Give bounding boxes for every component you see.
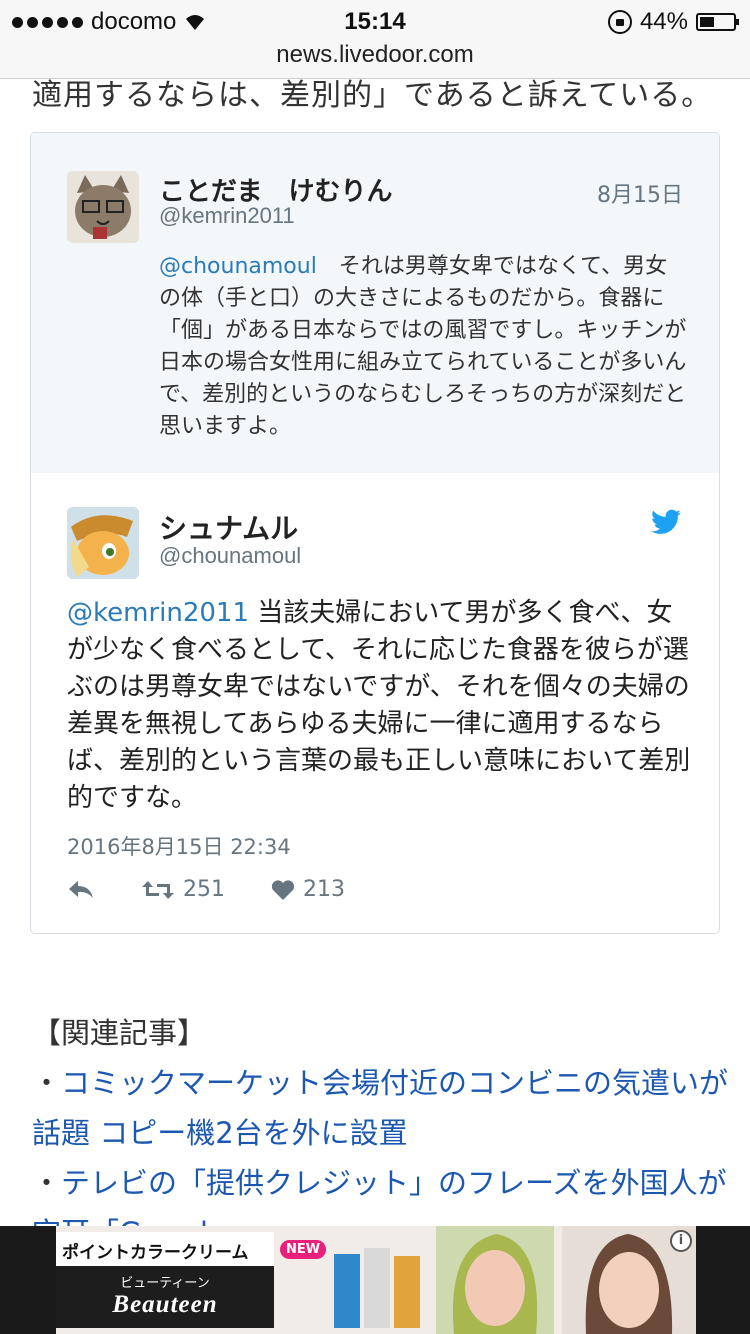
avatar[interactable] [67,171,139,243]
related-link[interactable]: コミックマーケット会場付近のコンビニの気遣いが話題 コピー機2台を外に設置 [32,1066,728,1150]
quoted-tweet-text: @chounamoul それは男尊女卑ではなくて、男女の体（手と口）の大きさによ… [159,251,689,443]
embedded-tweet[interactable]: ことだま けむりん @kemrin2011 8月15日 @chounamoul … [30,132,720,934]
new-badge: NEW [280,1240,327,1259]
ad-creative[interactable]: ポイントカラークリーム ビューティーン Beauteen NEW [56,1226,696,1334]
tweet-actions: 251 213 [67,877,391,902]
pony-avatar-icon [67,507,139,579]
ad-banner[interactable]: ポイントカラークリーム ビューティーン Beauteen NEW i [0,1226,750,1334]
tweet-body: 当該夫婦において男が多く食べ、女が少なく食べるとして、それに応じた食器を彼らが選… [67,598,691,813]
rotation-lock-icon [607,10,632,34]
brand-name-en: Beauteen [112,1291,218,1318]
quoted-date[interactable]: 8月15日 [597,177,683,209]
mention-link[interactable]: @kemrin2011 [67,598,249,628]
related-articles: 【関連記事】 ・コミックマーケット会場付近のコンビニの気遣いが話題 コピー機2台… [32,1008,732,1258]
quoted-tweet[interactable]: ことだま けむりん @kemrin2011 8月15日 @chounamoul … [31,133,719,473]
product-tubes-image [334,1248,420,1328]
quoted-author-handle[interactable]: @kemrin2011 [159,203,295,229]
ad-info-icon[interactable]: i [670,1230,692,1252]
retweet-button[interactable]: 251 [141,877,225,902]
article-text-partial: 適用するならは、差別的」であると訴えている。 [32,78,713,113]
battery-icon [696,13,739,31]
author-handle[interactable]: @chounamoul [159,543,301,569]
battery-percent: 44% [639,8,688,35]
author-name[interactable]: シュナムル [159,507,298,547]
mention-link[interactable]: @chounamoul [159,254,317,279]
twitter-bird-icon[interactable] [651,509,681,535]
related-item[interactable]: ・コミックマーケット会場付近のコンビニの気遣いが話題 コピー機2台を外に設置 [32,1058,732,1158]
like-count: 213 [303,877,345,902]
reply-icon [69,880,93,898]
tweet-timestamp[interactable]: 2016年8月15日 22:34 [67,831,291,861]
reply-button[interactable] [67,879,95,901]
ad-brand-panel: ポイントカラークリーム ビューティーン Beauteen [56,1232,274,1328]
brand-name-jp: ビューティーン [120,1276,210,1291]
brand-logo: ビューティーン Beauteen [56,1266,274,1328]
related-heading: 【関連記事】 [32,1016,207,1050]
heart-icon [271,879,295,900]
tweet-text: @kemrin2011 当該夫婦において男が多く食べ、女が少なく食べるとして、そ… [67,595,697,817]
retweet-count: 251 [183,877,225,902]
cat-avatar-icon [67,171,139,243]
model-photo [436,1226,554,1334]
retweet-icon [142,880,174,899]
status-bar: docomo 15:14 44% [0,0,750,44]
like-button[interactable]: 213 [271,877,345,902]
avatar[interactable] [67,507,139,579]
url-text: news.livedoor.com [276,41,474,68]
ad-tagline: ポイントカラークリーム [62,1243,249,1263]
quoted-body: それは男尊女卑ではなくて、男女の体（手と口）の大きさによるものだから。食器に「個… [159,254,687,439]
